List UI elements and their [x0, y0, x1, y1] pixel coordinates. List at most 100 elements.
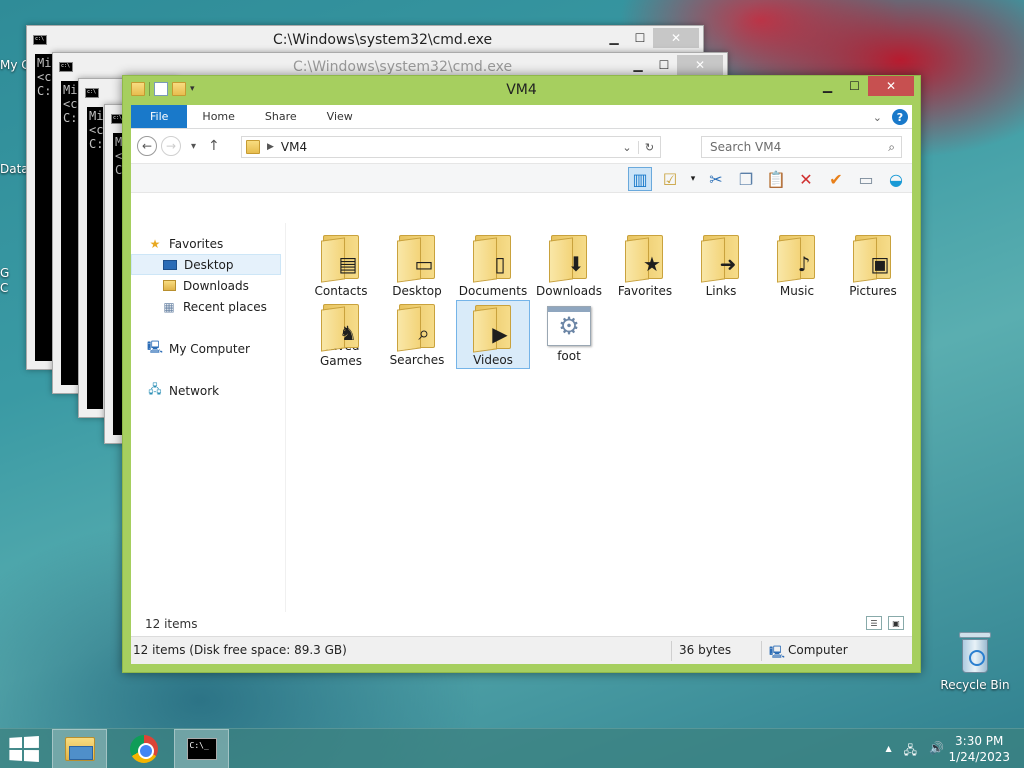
taskbar-cmd[interactable]: C:\_: [174, 729, 229, 768]
nav-favorites[interactable]: ★ Favorites: [131, 233, 285, 254]
taskbar: C:\_ ▲ 🖧 🔊 3:30 PM 1/24/2023: [0, 728, 1024, 768]
file-item[interactable]: ➜ Links: [684, 231, 758, 300]
file-item[interactable]: ★ Favorites: [608, 231, 682, 300]
file-item[interactable]: ▤ Contacts: [304, 231, 378, 300]
volume-icon[interactable]: 🔊: [929, 741, 944, 762]
taskbar-file-explorer[interactable]: [52, 729, 107, 768]
network-icon[interactable]: 🖧: [904, 741, 917, 762]
file-item[interactable]: ♞ Saved Games: [304, 300, 378, 369]
recycle-bin[interactable]: Recycle Bin: [940, 630, 1010, 692]
links-folder-icon: ➜: [699, 233, 743, 283]
close-button[interactable]: ✕: [653, 28, 699, 48]
contacts-folder-icon: ▤: [319, 233, 363, 283]
delete-icon[interactable]: ✕: [794, 167, 818, 191]
desktop-icon-stub-label: G: [0, 266, 10, 280]
console-line: C:: [89, 137, 103, 151]
taskbar-clock[interactable]: 3:30 PM 1/24/2023: [948, 733, 1010, 765]
file-item[interactable]: ▶ Videos: [456, 300, 530, 369]
file-label: Music: [779, 284, 815, 298]
console-line: <c: [63, 97, 78, 111]
recent-locations-button[interactable]: ▾: [191, 141, 196, 152]
desktop-icon-stub-g[interactable]: G: [0, 266, 9, 280]
large-icons-view-icon[interactable]: ▣: [888, 616, 904, 630]
desktop-icon-stub-c[interactable]: C: [0, 281, 8, 295]
music-folder-icon: ♪: [775, 233, 819, 283]
cmd-icon: C:\_: [186, 738, 217, 760]
tab-file[interactable]: File: [131, 105, 188, 128]
nav-downloads[interactable]: Downloads: [131, 275, 285, 296]
address-bar[interactable]: ▶ VM4 ⌄ ↻: [241, 136, 661, 158]
maximize-button[interactable]: ☐: [841, 76, 868, 96]
cmd-icon: [33, 35, 47, 45]
select-options-button[interactable]: ☑: [658, 167, 682, 191]
rename-icon[interactable]: ▭: [854, 167, 878, 191]
help-icon[interactable]: ?: [892, 109, 908, 125]
file-item[interactable]: ♪ Music: [760, 231, 834, 300]
minimize-button[interactable]: ▁: [814, 76, 841, 96]
search-box[interactable]: Search VM4 ⌕: [701, 136, 902, 158]
breadcrumb-item[interactable]: VM4: [281, 140, 307, 154]
tab-share[interactable]: Share: [250, 105, 312, 128]
shell-icon[interactable]: ◒: [884, 167, 908, 191]
status-bar: 12 items ☰ ▣: [131, 612, 912, 636]
maximize-button[interactable]: ☐: [627, 28, 653, 48]
recycle-bin-icon: [957, 630, 993, 674]
preview-pane-button[interactable]: ▥: [628, 167, 652, 191]
file-label: Pictures: [849, 284, 897, 298]
explorer-titlebar[interactable]: ▾ VM4 ▁ ☐ ✕: [123, 76, 920, 105]
file-label: Favorites: [617, 284, 673, 298]
nav-network[interactable]: 🖧 Network: [131, 380, 285, 401]
breadcrumb-separator-icon[interactable]: ▶: [267, 142, 274, 152]
nav-recent-places[interactable]: ▦ Recent places: [131, 296, 285, 317]
file-item[interactable]: ⌕ Searches: [380, 300, 454, 369]
show-hidden-icons-icon[interactable]: ▲: [886, 744, 892, 762]
nav-label: Downloads: [183, 278, 249, 293]
forward-button[interactable]: →: [161, 136, 181, 156]
explorer-window[interactable]: ▾ VM4 ▁ ☐ ✕ File Home Share View ⌄ ? ← →…: [122, 75, 921, 673]
address-dropdown-button[interactable]: ⌄: [616, 141, 638, 154]
up-button[interactable]: ↑: [208, 138, 220, 154]
file-list[interactable]: ▤ Contacts ▭ Desktop ▯ Documents ⬇ Downl…: [286, 223, 912, 612]
checkmark-icon[interactable]: ✔: [824, 167, 848, 191]
tab-view[interactable]: View: [312, 105, 368, 128]
location-label: Computer: [788, 643, 848, 657]
nav-my-computer[interactable]: 🖳 My Computer: [131, 338, 285, 359]
console-line: <c: [89, 123, 103, 137]
navigation-pane[interactable]: ★ Favorites Desktop Downloads ▦ Recent p…: [131, 223, 286, 612]
expand-ribbon-icon[interactable]: ⌄: [873, 111, 882, 124]
paste-icon[interactable]: 📋: [764, 167, 788, 191]
cmd-console[interactable]: Mi <c C:: [61, 81, 79, 385]
details-view-icon[interactable]: ☰: [866, 616, 882, 630]
minimize-button[interactable]: ▁: [601, 28, 627, 48]
back-button[interactable]: ←: [137, 136, 157, 156]
refresh-button[interactable]: ↻: [638, 140, 660, 154]
maximize-button[interactable]: ☐: [651, 55, 677, 75]
nav-desktop[interactable]: Desktop: [131, 254, 281, 275]
minimize-button[interactable]: ▁: [625, 55, 651, 75]
nav-label: My Computer: [169, 341, 250, 356]
folder-overlay-icon: ♪: [797, 252, 811, 276]
start-button[interactable]: [9, 735, 39, 763]
explorer-body: File Home Share View ⌄ ? ← → ▾ ↑ ▶ VM4 ⌄…: [131, 105, 912, 664]
console-line: <c: [37, 70, 52, 84]
file-item[interactable]: ⚙ foot: [532, 300, 606, 369]
file-item[interactable]: ⬇ Downloads: [532, 231, 606, 300]
folder-overlay-icon: ➜: [719, 252, 737, 276]
taskbar-chrome[interactable]: [116, 729, 171, 768]
search-icon[interactable]: ⌕: [888, 140, 895, 155]
cut-icon[interactable]: ✂: [704, 167, 728, 191]
file-item[interactable]: ▯ Documents: [456, 231, 530, 300]
file-item[interactable]: ▣ Pictures: [836, 231, 910, 300]
options-dropdown-icon[interactable]: ▾: [688, 167, 698, 191]
ribbon-tabs: File Home Share View ⌄ ?: [131, 105, 912, 129]
close-button[interactable]: ✕: [868, 76, 914, 96]
file-label: Documents: [458, 284, 528, 298]
close-button[interactable]: ✕: [677, 55, 723, 75]
file-item[interactable]: ▭ Desktop: [380, 231, 454, 300]
folder-overlay-icon: ▤: [338, 252, 358, 276]
cmd-console[interactable]: Mi <c C:: [87, 107, 103, 409]
tab-home[interactable]: Home: [187, 105, 249, 128]
desktop-folder-icon: ▭: [395, 233, 439, 283]
desktop-icon-stub-data[interactable]: Data: [0, 162, 29, 176]
copy-icon[interactable]: ❐: [734, 167, 758, 191]
